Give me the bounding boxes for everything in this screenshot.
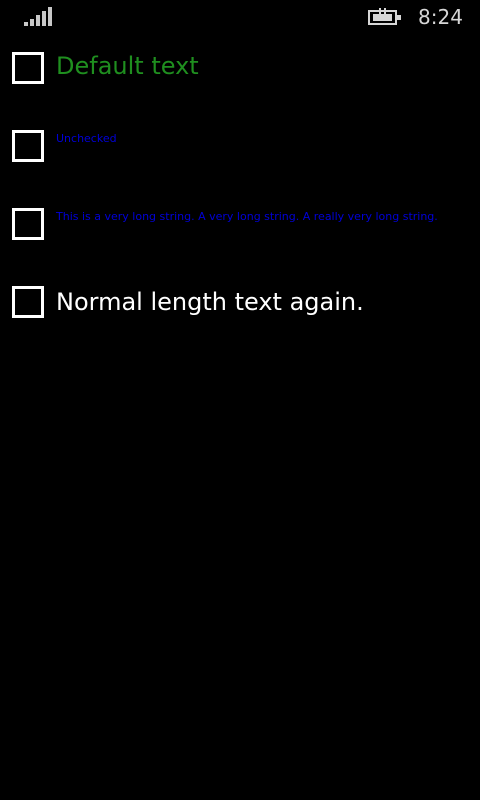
checkbox-option-unchecked[interactable]: Unchecked [12, 130, 472, 162]
checkbox-label: Normal length text again. [56, 288, 364, 316]
checkbox-box[interactable] [12, 130, 44, 162]
signal-strength-icon [24, 7, 54, 26]
status-time: 8:24 [418, 5, 463, 29]
status-bar: 8:24 [0, 0, 480, 34]
battery-charging-icon [368, 8, 401, 25]
checkbox-box[interactable] [12, 52, 44, 84]
checkbox-label: This is a very long string. A very long … [56, 210, 438, 223]
checkbox-option-long-string[interactable]: This is a very long string. A very long … [12, 208, 472, 240]
checkbox-label: Default text [56, 52, 199, 80]
checkbox-option-default-text[interactable]: Default text [12, 52, 472, 84]
checkbox-box[interactable] [12, 208, 44, 240]
checkbox-option-normal-length[interactable]: Normal length text again. [12, 286, 472, 318]
checkbox-box[interactable] [12, 286, 44, 318]
checkbox-label: Unchecked [56, 132, 117, 145]
